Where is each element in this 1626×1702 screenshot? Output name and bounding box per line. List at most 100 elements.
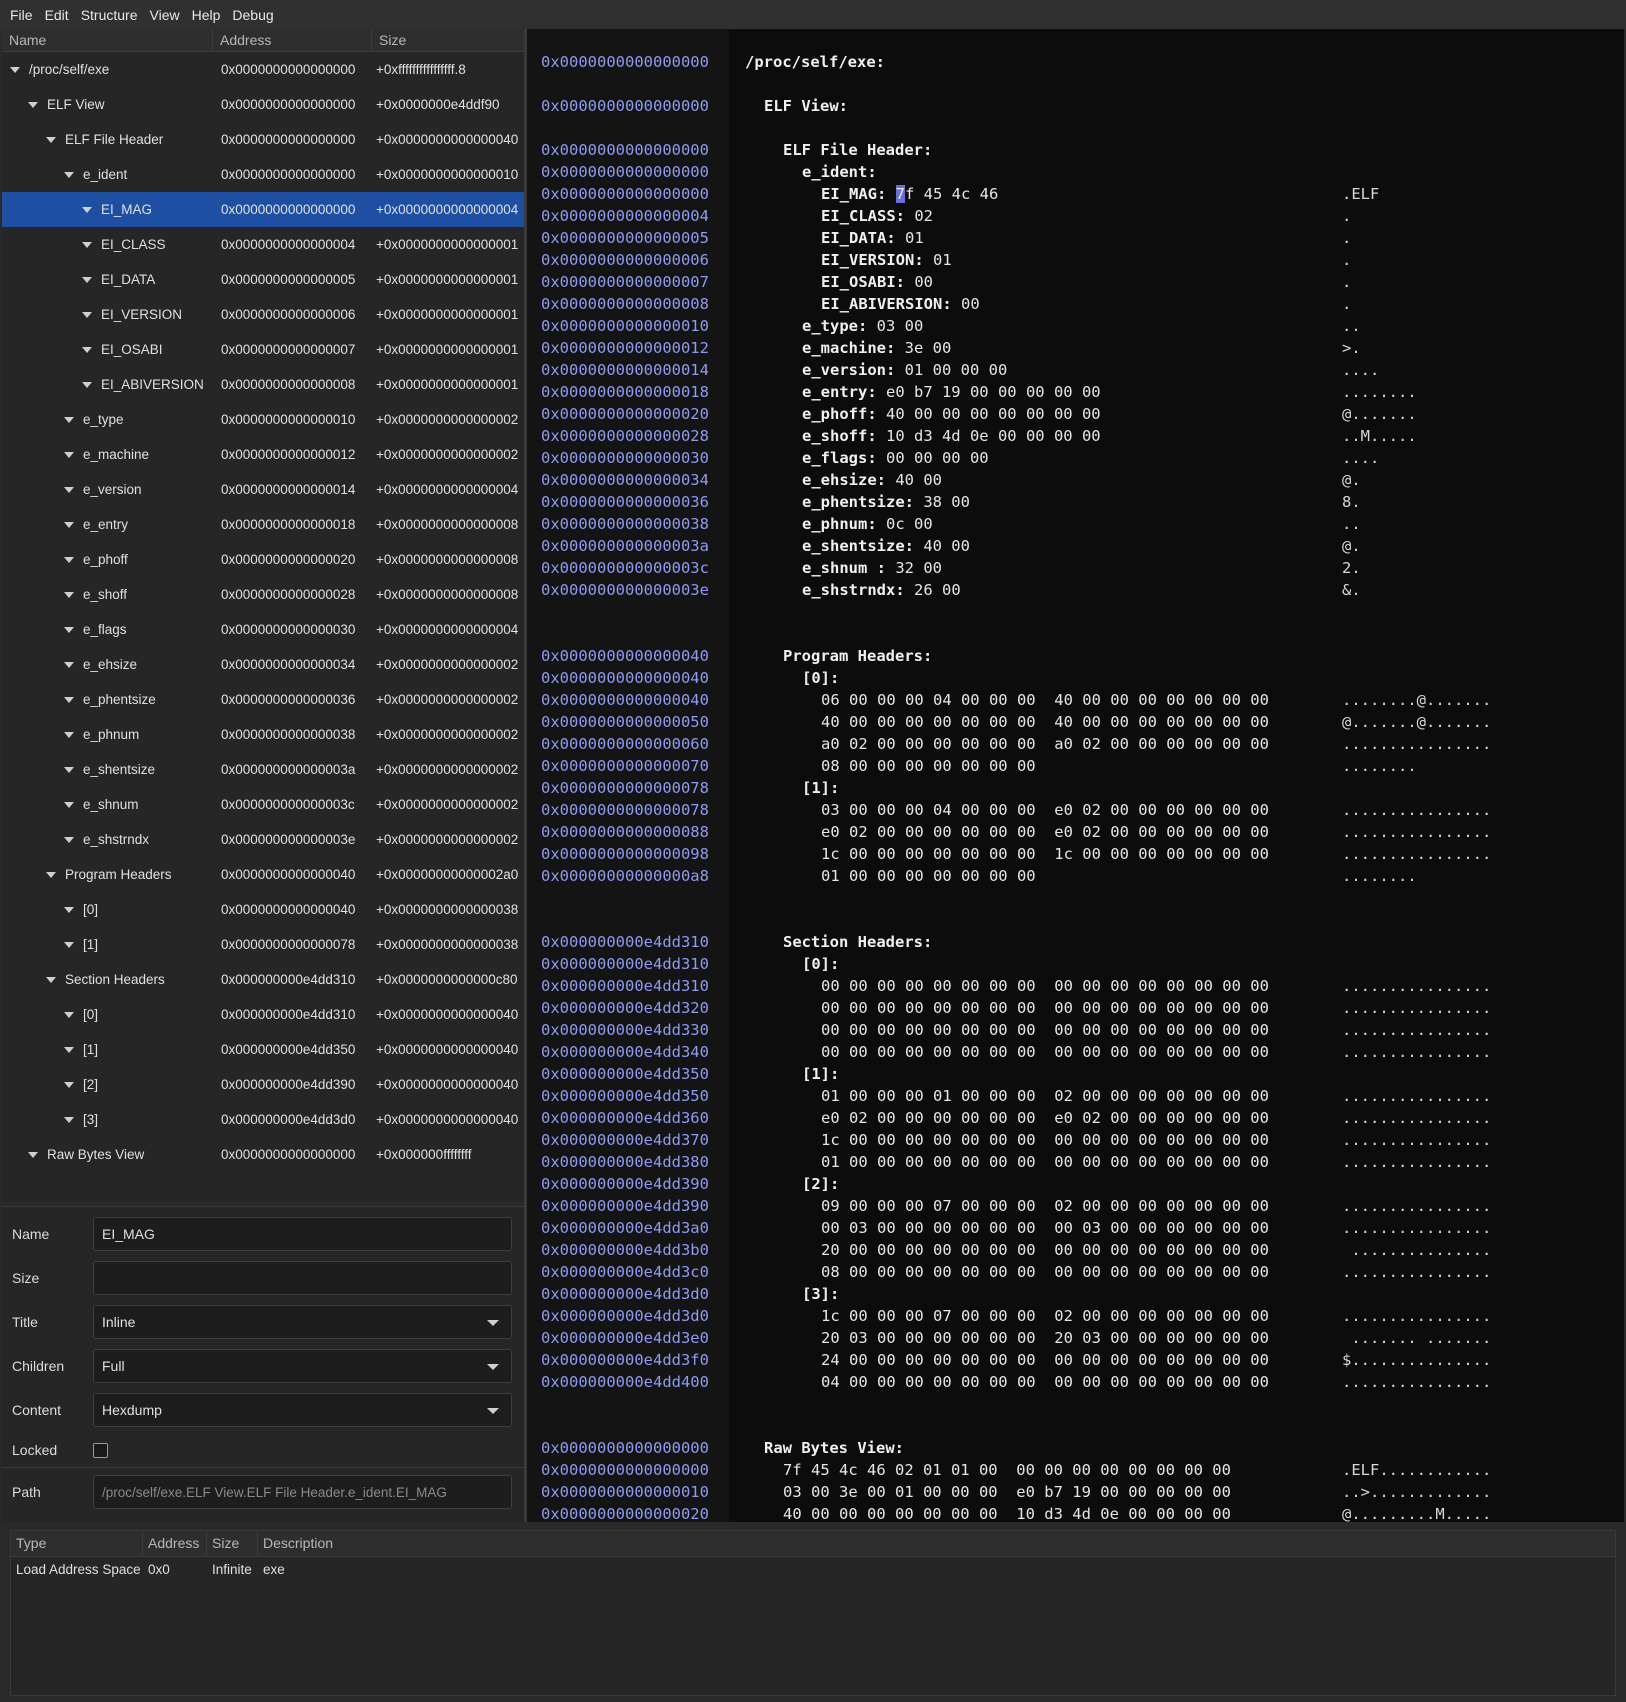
expand-arrow-icon[interactable] — [64, 521, 74, 528]
hex-bytes[interactable]: 32 00 — [886, 559, 942, 577]
expand-arrow-icon[interactable] — [64, 591, 74, 598]
tree-row[interactable]: e_phnum 0x0000000000000038 +0x000000000000… — [2, 717, 524, 752]
tree-row[interactable]: [0] 0x000000000e4dd310 +0x0000000000000040 — [2, 997, 524, 1032]
expand-arrow-icon[interactable] — [64, 731, 74, 738]
tree-row[interactable]: e_shentsize 0x000000000000003a +0x00000000… — [2, 752, 524, 787]
text-cursor[interactable]: 7 — [895, 185, 906, 203]
hex-bytes[interactable]: 20 00 00 00 00 00 00 00 00 00 00 00 00 0… — [821, 1241, 1269, 1259]
hex-bytes[interactable]: 00 — [905, 273, 933, 291]
tree-row[interactable]: EI_OSABI 0x0000000000000007 +0x00000000000… — [2, 332, 524, 367]
hex-bytes[interactable]: 00 — [952, 295, 980, 313]
size-field[interactable] — [93, 1261, 512, 1295]
hex-bytes[interactable]: 08 00 00 00 00 00 00 00 — [821, 757, 1036, 775]
hex-bytes[interactable]: 00 00 00 00 — [877, 449, 989, 467]
tree-row[interactable]: Program Headers 0x0000000000000040 +0x0000… — [2, 857, 524, 892]
expand-arrow-icon[interactable] — [64, 486, 74, 493]
expand-arrow-icon[interactable] — [64, 1011, 74, 1018]
column-header-address[interactable]: Address — [143, 1531, 207, 1556]
expand-arrow-icon[interactable] — [82, 346, 92, 353]
tree-row[interactable]: EI_VERSION 0x0000000000000006 +0x000000000… — [2, 297, 524, 332]
expand-arrow-icon[interactable] — [64, 941, 74, 948]
tree-row[interactable]: [1] 0x000000000e4dd350 +0x0000000000000040 — [2, 1032, 524, 1067]
tree-row[interactable]: Section Headers 0x000000000e4dd310 +0x0000… — [2, 962, 524, 997]
tree-row[interactable]: e_shnum 0x000000000000003c +0x000000000000… — [2, 787, 524, 822]
tree-row[interactable]: EI_CLASS 0x0000000000000004 +0x00000000000… — [2, 227, 524, 262]
hex-bytes[interactable]: 24 00 00 00 00 00 00 00 00 00 00 00 00 0… — [821, 1351, 1269, 1369]
hex-bytes[interactable]: 06 00 00 00 04 00 00 00 40 00 00 00 00 0… — [821, 691, 1269, 709]
table-row[interactable]: Load Address Space 0x0 Infinite exe — [11, 1557, 1615, 1581]
column-header-size[interactable]: Size — [207, 1531, 258, 1556]
tree-row[interactable]: e_phoff 0x0000000000000020 +0x000000000000… — [2, 542, 524, 577]
expand-arrow-icon[interactable] — [82, 381, 92, 388]
hex-bytes[interactable]: 1c 00 00 00 07 00 00 00 02 00 00 00 00 0… — [821, 1307, 1269, 1325]
tree-row[interactable]: Raw Bytes View 0x0000000000000000 +0x00000… — [2, 1137, 524, 1172]
expand-arrow-icon[interactable] — [64, 766, 74, 773]
tree-row[interactable]: [1] 0x0000000000000078 +0x0000000000000038 — [2, 927, 524, 962]
tree-row[interactable]: e_machine 0x0000000000000012 +0x0000000000… — [2, 437, 524, 472]
hex-bytes[interactable]: 02 — [905, 207, 933, 225]
tree-row[interactable]: e_shoff 0x0000000000000028 +0x000000000000… — [2, 577, 524, 612]
tree-row[interactable]: e_flags 0x0000000000000030 +0x000000000000… — [2, 612, 524, 647]
column-header-name[interactable]: Name — [2, 29, 213, 51]
hex-bytes[interactable]: e0 02 00 00 00 00 00 00 e0 02 00 00 00 0… — [821, 1109, 1269, 1127]
expand-arrow-icon[interactable] — [64, 801, 74, 808]
hex-bytes[interactable]: 03 00 3e 00 01 00 00 00 e0 b7 19 00 00 0… — [783, 1483, 1231, 1501]
hex-bytes[interactable]: 10 d3 4d 0e 00 00 00 00 — [877, 427, 1101, 445]
expand-arrow-icon[interactable] — [64, 451, 74, 458]
menu-file[interactable]: File — [4, 7, 39, 23]
tree-row[interactable]: ELF File Header 0x0000000000000000 +0x0000… — [2, 122, 524, 157]
hex-bytes[interactable]: 01 — [924, 251, 952, 269]
expand-arrow-icon[interactable] — [64, 906, 74, 913]
expand-arrow-icon[interactable] — [46, 136, 56, 143]
hex-bytes[interactable]: 03 00 00 00 04 00 00 00 e0 02 00 00 00 0… — [821, 801, 1269, 819]
expand-arrow-icon[interactable] — [64, 1081, 74, 1088]
hex-bytes[interactable]: a0 02 00 00 00 00 00 00 a0 02 00 00 00 0… — [821, 735, 1269, 753]
hex-bytes[interactable]: 01 00 00 00 01 00 00 00 02 00 00 00 00 0… — [821, 1087, 1269, 1105]
tree-row[interactable]: e_version 0x0000000000000014 +0x0000000000… — [2, 472, 524, 507]
expand-arrow-icon[interactable] — [82, 241, 92, 248]
hex-bytes[interactable]: 1c 00 00 00 00 00 00 00 00 00 00 00 00 0… — [821, 1131, 1269, 1149]
tree-row[interactable]: e_ident 0x0000000000000000 +0x000000000000… — [2, 157, 524, 192]
hex-bytes[interactable]: 38 00 — [914, 493, 970, 511]
hex-bytes[interactable]: 20 03 00 00 00 00 00 00 20 03 00 00 00 0… — [821, 1329, 1269, 1347]
column-header-address[interactable]: Address — [213, 29, 372, 51]
hex-bytes[interactable]: 3e 00 — [895, 339, 952, 357]
column-header-type[interactable]: Type — [11, 1531, 143, 1556]
column-header-description[interactable]: Description — [258, 1531, 1615, 1556]
hex-bytes[interactable]: 00 03 00 00 00 00 00 00 00 03 00 00 00 0… — [821, 1219, 1269, 1237]
hex-bytes[interactable]: 26 00 — [905, 581, 961, 599]
hex-bytes[interactable]: f 45 4c 46 — [905, 185, 998, 203]
hex-bytes[interactable]: 00 00 00 00 00 00 00 00 00 00 00 00 00 0… — [821, 1021, 1269, 1039]
expand-arrow-icon[interactable] — [82, 311, 92, 318]
hex-bytes[interactable]: 7f 45 4c 46 02 01 01 00 00 00 00 00 00 0… — [783, 1461, 1231, 1479]
column-header-size[interactable]: Size — [372, 29, 522, 51]
hex-bytes[interactable]: 40 00 00 00 00 00 00 00 10 d3 4d 0e 00 0… — [783, 1505, 1231, 1522]
children-select[interactable]: Full — [93, 1349, 512, 1383]
locked-checkbox[interactable] — [93, 1442, 108, 1458]
expand-arrow-icon[interactable] — [10, 66, 20, 73]
expand-arrow-icon[interactable] — [64, 626, 74, 633]
tree-row[interactable]: ELF View 0x0000000000000000 +0x0000000e4dd… — [2, 87, 524, 122]
hex-bytes[interactable]: 00 00 00 00 00 00 00 00 00 00 00 00 00 0… — [821, 999, 1269, 1017]
menu-help[interactable]: Help — [186, 7, 227, 23]
tree-row[interactable]: e_shstrndx 0x000000000000003e +0x000000000… — [2, 822, 524, 857]
name-field[interactable]: EI_MAG — [93, 1217, 512, 1251]
content-select[interactable]: Hexdump — [93, 1393, 512, 1427]
menu-debug[interactable]: Debug — [226, 7, 279, 23]
title-select[interactable]: Inline — [93, 1305, 512, 1339]
hex-bytes[interactable]: e0 b7 19 00 00 00 00 00 — [877, 383, 1101, 401]
expand-arrow-icon[interactable] — [46, 871, 56, 878]
expand-arrow-icon[interactable] — [28, 1151, 38, 1158]
hex-bytes[interactable]: 00 00 00 00 00 00 00 00 00 00 00 00 00 0… — [821, 1043, 1269, 1061]
tree-row[interactable]: e_phentsize 0x0000000000000036 +0x00000000… — [2, 682, 524, 717]
tree-row[interactable]: EI_MAG 0x0000000000000000 +0x0000000000000… — [2, 192, 524, 227]
expand-arrow-icon[interactable] — [28, 101, 38, 108]
tree-row[interactable]: e_ehsize 0x0000000000000034 +0x00000000000… — [2, 647, 524, 682]
expand-arrow-icon[interactable] — [64, 836, 74, 843]
hex-bytes[interactable]: 01 — [896, 229, 924, 247]
hex-bytes[interactable]: 40 00 — [886, 471, 942, 489]
tree-row[interactable]: e_entry 0x0000000000000018 +0x000000000000… — [2, 507, 524, 542]
expand-arrow-icon[interactable] — [82, 276, 92, 283]
expand-arrow-icon[interactable] — [64, 171, 74, 178]
expand-arrow-icon[interactable] — [64, 1116, 74, 1123]
